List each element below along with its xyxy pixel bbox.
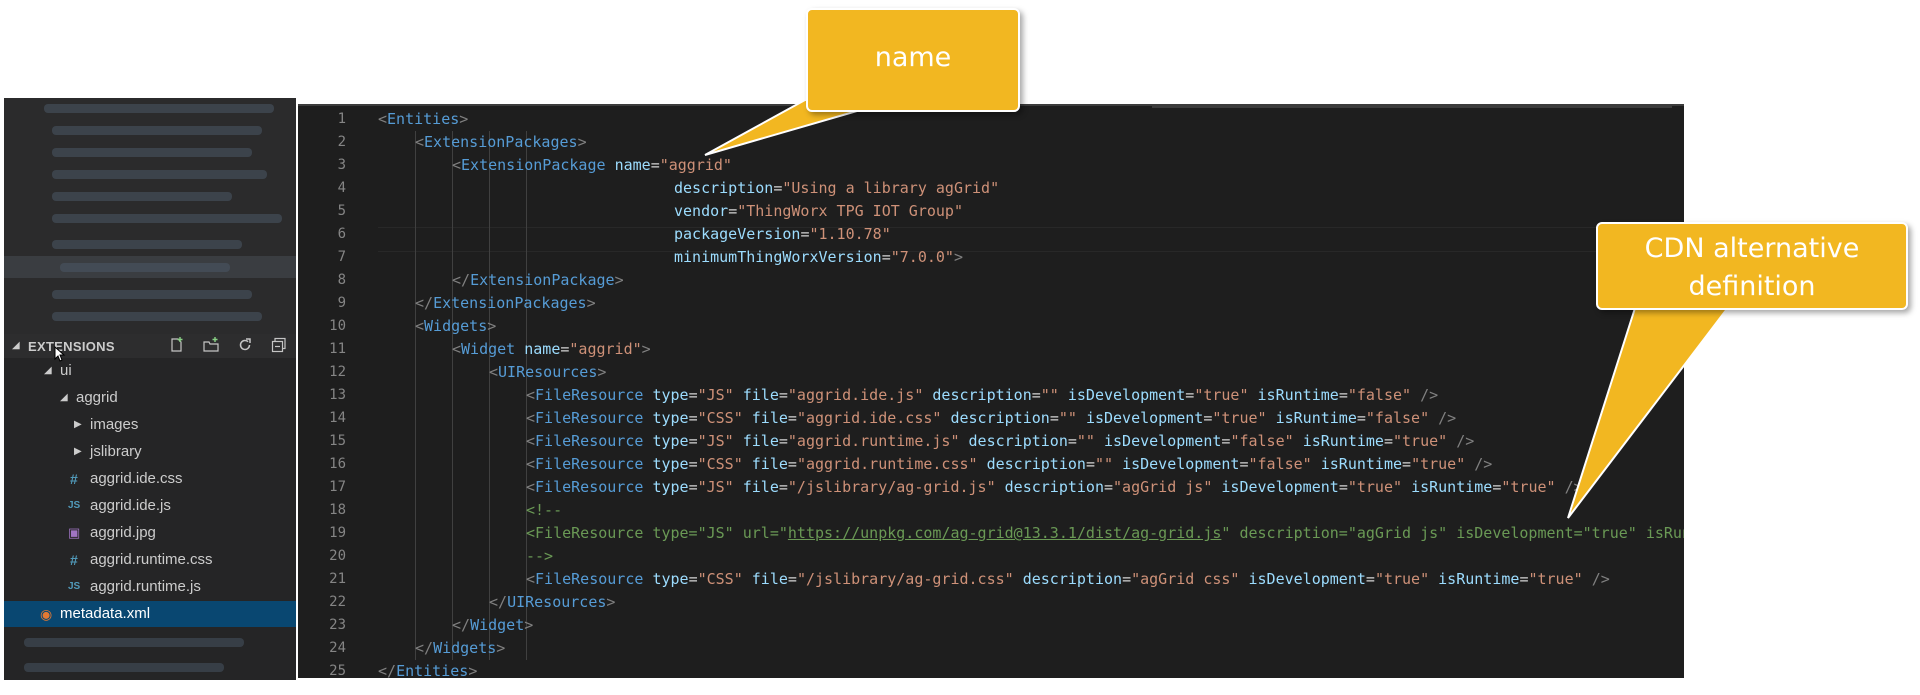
callout-text: name — [874, 42, 952, 73]
callout-text: CDN alternative — [1644, 233, 1860, 264]
callout-text: definition — [1688, 271, 1816, 302]
name-callout: name — [806, 8, 1020, 112]
cdn-callout-pointer — [1567, 304, 1733, 519]
cdn-alternative-callout: CDN alternative definition — [1596, 222, 1908, 310]
